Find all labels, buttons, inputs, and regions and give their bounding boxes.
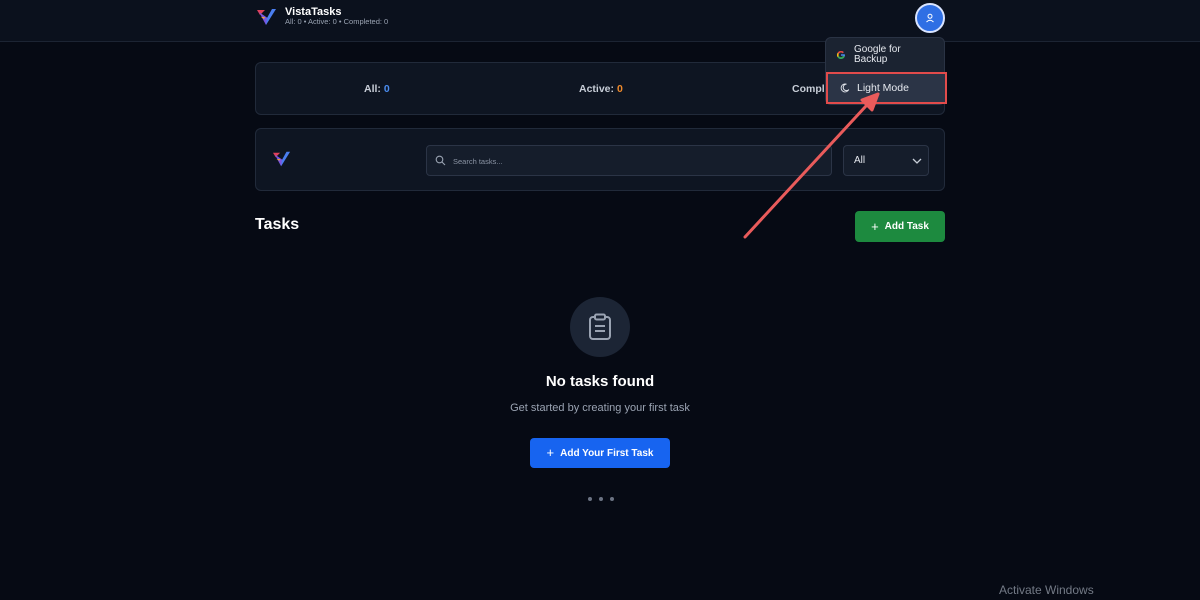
status-filter-select[interactable]: All xyxy=(843,145,929,176)
dot xyxy=(588,497,592,501)
menu-item-google-backup[interactable]: Google for Backup xyxy=(826,38,946,72)
plus-icon: + xyxy=(871,218,879,234)
loading-dots xyxy=(588,497,614,503)
stat-active-label: Active: xyxy=(579,83,615,95)
empty-state-title: No tasks found xyxy=(545,373,655,390)
top-bar: VistaTasks All: 0 • Active: 0 • Complete… xyxy=(0,0,1200,42)
stat-active-value: 0 xyxy=(617,83,623,95)
menu-item-light-mode[interactable]: Light Mode xyxy=(827,73,945,103)
stat-completed-label: Compl xyxy=(792,83,825,95)
user-icon xyxy=(926,13,934,23)
plus-icon: + xyxy=(546,445,555,460)
app-stats-line: All: 0 • Active: 0 • Completed: 0 xyxy=(285,17,389,26)
search-icon xyxy=(435,155,446,166)
vistatasks-logo-icon xyxy=(273,151,291,167)
empty-state-subtitle: Get started by creating your first task xyxy=(510,402,690,414)
stat-all-value: 0 xyxy=(383,83,390,95)
add-task-label: Add Task xyxy=(884,221,929,232)
status-filter-value: All xyxy=(854,155,866,166)
add-first-task-label: Add Your First Task xyxy=(560,447,654,459)
clipboard-icon-container xyxy=(570,297,630,357)
search-input[interactable] xyxy=(451,152,821,170)
activate-windows-watermark: Activate Windows xyxy=(999,583,1094,597)
user-dropdown-menu: Google for Backup Light Mode xyxy=(825,37,945,105)
chevron-down-icon xyxy=(912,158,922,164)
add-first-task-button[interactable]: + Add Your First Task xyxy=(530,438,670,468)
tasks-heading: Tasks xyxy=(255,216,300,233)
stat-completed[interactable]: Compl xyxy=(792,83,825,95)
user-avatar-button[interactable] xyxy=(915,3,945,33)
search-toolbar: All xyxy=(255,128,945,191)
menu-item-light-mode-label: Light Mode xyxy=(857,82,909,94)
search-box[interactable] xyxy=(426,145,832,176)
moon-icon xyxy=(840,83,850,93)
stat-active[interactable]: Active: 0 xyxy=(579,83,623,95)
stat-all[interactable]: All: 0 xyxy=(364,83,390,95)
dot xyxy=(610,497,614,501)
menu-item-google-label: Google for Backup xyxy=(854,44,901,65)
dot xyxy=(599,497,603,501)
add-task-button[interactable]: + Add Task xyxy=(855,211,945,242)
google-icon xyxy=(836,50,845,59)
clipboard-icon xyxy=(589,313,611,340)
vistatasks-logo-icon xyxy=(257,9,276,25)
stat-all-label: All: xyxy=(364,83,381,95)
